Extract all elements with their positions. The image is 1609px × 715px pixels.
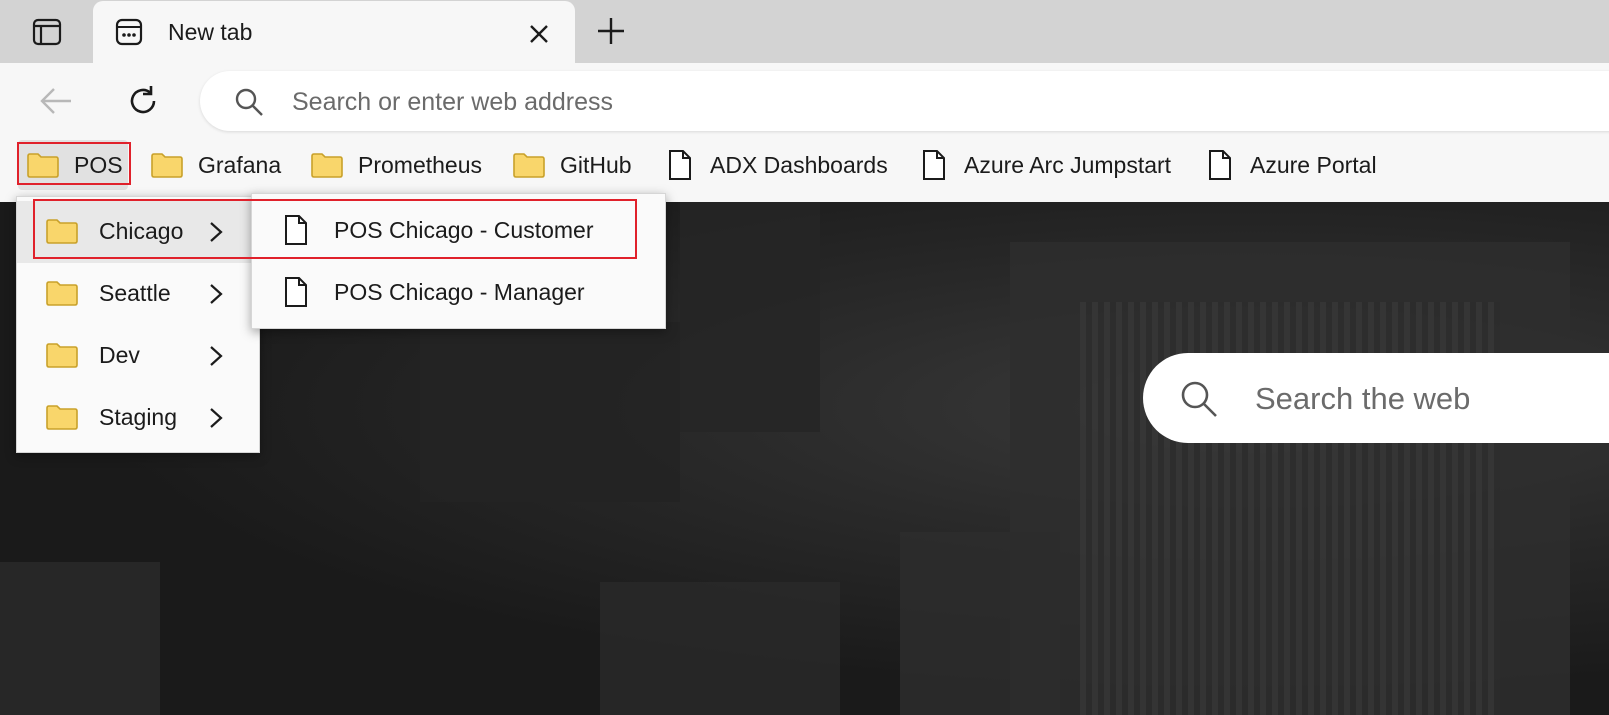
chevron-right-icon <box>209 283 223 311</box>
menu-item-label: Chicago <box>99 218 184 244</box>
close-tab-button[interactable] <box>526 21 552 47</box>
folder-icon <box>45 217 79 251</box>
folder-icon <box>45 279 79 313</box>
refresh-icon <box>130 86 156 114</box>
page-icon <box>284 214 308 252</box>
chicago-submenu: POS Chicago - Customer POS Chicago - Man… <box>251 193 666 329</box>
menu-item-pos-chicago-customer[interactable]: POS Chicago - Customer <box>252 200 665 262</box>
favorite-label: Azure Arc Jumpstart <box>964 151 1172 178</box>
address-input[interactable] <box>290 81 1294 123</box>
tab-new-tab[interactable]: New tab <box>93 1 575 65</box>
chevron-right-icon <box>209 407 223 435</box>
menu-item-pos-chicago-manager[interactable]: POS Chicago - Manager <box>252 262 665 324</box>
favorite-folder-github[interactable]: GitHub <box>512 140 632 190</box>
folder-icon <box>150 151 184 179</box>
plus-icon <box>598 18 624 44</box>
chevron-right-icon <box>209 221 223 249</box>
address-bar[interactable] <box>200 71 1609 131</box>
back-arrow-icon <box>40 88 71 114</box>
menu-item-label: Staging <box>99 404 178 430</box>
favorite-label: ADX Dashboards <box>710 151 888 178</box>
folder-icon <box>45 341 79 375</box>
favorites-bar: POS Grafana Prometheus GitHub ADX Dashbo… <box>0 136 1609 203</box>
page-icon <box>1208 149 1232 181</box>
navigation-toolbar <box>0 63 1609 136</box>
favorite-label: Grafana <box>198 151 282 178</box>
web-search-box[interactable] <box>1143 353 1609 443</box>
search-icon <box>235 88 263 116</box>
favorite-folder-prometheus[interactable]: Prometheus <box>310 140 482 190</box>
search-icon <box>1181 381 1217 417</box>
tab-title: New tab <box>168 19 253 45</box>
folder-icon <box>310 151 344 179</box>
folder-icon <box>26 151 60 179</box>
favorite-folder-pos[interactable]: POS <box>18 140 128 190</box>
favorite-page-azure-portal[interactable]: Azure Portal <box>1208 140 1377 190</box>
back-button[interactable] <box>36 83 76 119</box>
tab-actions-icon <box>32 18 62 46</box>
favorite-page-adx-dashboards[interactable]: ADX Dashboards <box>668 140 888 190</box>
menu-item-chicago[interactable]: Chicago <box>17 201 259 263</box>
menu-item-label: Seattle <box>99 280 171 306</box>
menu-item-dev[interactable]: Dev <box>17 325 259 387</box>
folder-icon <box>45 403 79 437</box>
tab-strip: New tab <box>0 0 1609 65</box>
menu-item-label: Dev <box>99 342 140 368</box>
new-tab-favicon-icon <box>115 18 143 46</box>
new-tab-button[interactable] <box>594 14 628 48</box>
menu-item-label: POS Chicago - Manager <box>334 279 585 305</box>
favorite-label: Prometheus <box>358 151 483 178</box>
page-icon <box>668 149 692 181</box>
close-icon <box>530 25 548 43</box>
favorite-folder-grafana[interactable]: Grafana <box>150 140 281 190</box>
favorite-label: GitHub <box>560 151 632 178</box>
favorite-label: POS <box>74 151 123 178</box>
page-icon <box>922 149 946 181</box>
web-search-input[interactable] <box>1253 375 1609 423</box>
page-icon <box>284 276 308 314</box>
tab-actions-button[interactable] <box>20 12 74 52</box>
menu-item-seattle[interactable]: Seattle <box>17 263 259 325</box>
chevron-right-icon <box>209 345 223 373</box>
favorite-page-azure-arc-jumpstart[interactable]: Azure Arc Jumpstart <box>922 140 1171 190</box>
pos-folder-menu: Chicago Seattle Dev Staging <box>16 196 260 453</box>
menu-item-label: POS Chicago - Customer <box>334 217 594 243</box>
menu-item-staging[interactable]: Staging <box>17 387 259 449</box>
refresh-button[interactable] <box>123 81 163 121</box>
folder-icon <box>512 151 546 179</box>
favorite-label: Azure Portal <box>1250 151 1377 178</box>
